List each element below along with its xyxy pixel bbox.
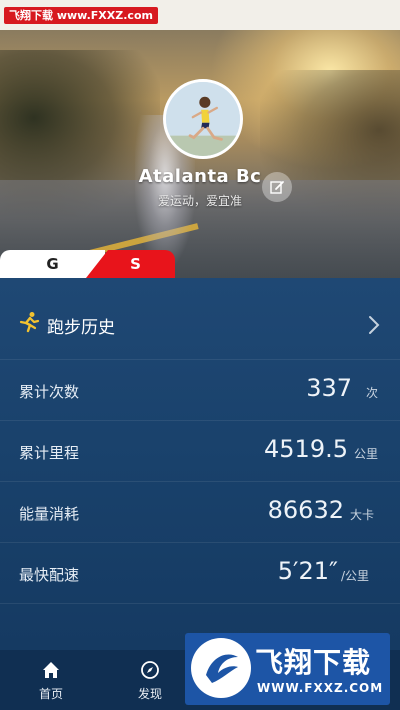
nav-discover-label: 发现 (137, 687, 162, 701)
watermark-title: 飞翔下载 (255, 646, 372, 679)
compass-icon (141, 661, 159, 679)
running-history-label: 跑步历史 (47, 318, 115, 338)
stat-row-calories: 能量消耗 86632 大卡 (0, 482, 400, 543)
stat-unit: 公里 (354, 447, 379, 461)
tab-g[interactable]: G (0, 250, 105, 278)
watermark-overlay: 飞翔下载 WWW.FXXZ.COM (185, 633, 390, 705)
stat-row-best-pace: 最快配速 5′21″ /公里 (0, 543, 400, 604)
nav-home[interactable]: 首页 (11, 650, 91, 710)
watermark-url: WWW.FXXZ.COM (257, 681, 384, 695)
stat-unit: 大卡 (350, 508, 375, 522)
avatar[interactable] (163, 79, 243, 159)
status-bar: 飞翔下载 www.FXXZ.com (0, 0, 400, 30)
stat-label: 累计次数 (19, 383, 80, 401)
running-history-row[interactable]: 跑步历史 (0, 278, 400, 360)
nav-discover[interactable]: 发现 (110, 650, 190, 710)
chevron-right-icon (369, 316, 380, 334)
stat-value: 337 (306, 374, 352, 402)
stat-unit: 次 (366, 386, 379, 400)
profile-tagline: 爱运动，爱宜准 (157, 194, 242, 208)
stat-row-total-runs: 累计次数 337 次 (0, 360, 400, 421)
stats-panel: 跑步历史 累计次数 337 次 累计里程 4519.5 公里 能量消耗 8663… (0, 278, 400, 650)
avatar-runner-image (166, 82, 240, 156)
profile-name: Atalanta Bc (138, 166, 262, 187)
stat-label: 最快配速 (19, 566, 80, 584)
watermark-logo-icon (191, 638, 251, 698)
stat-unit: /公里 (341, 569, 370, 583)
stat-value: 5′21″ (277, 557, 338, 585)
tab-bar: G S (0, 250, 400, 278)
edit-profile-button[interactable] (262, 172, 292, 202)
stat-value: 4519.5 (264, 435, 348, 463)
nav-home-label: 首页 (38, 687, 63, 701)
home-icon (43, 662, 59, 678)
stat-value: 86632 (267, 496, 344, 524)
stat-row-total-distance: 累计里程 4519.5 公里 (0, 421, 400, 482)
stat-label: 能量消耗 (19, 505, 80, 523)
watermark-top: 飞翔下载 www.FXXZ.com (4, 7, 158, 24)
running-person-icon (19, 312, 40, 333)
stat-label: 累计里程 (19, 444, 80, 462)
edit-icon (270, 181, 284, 194)
